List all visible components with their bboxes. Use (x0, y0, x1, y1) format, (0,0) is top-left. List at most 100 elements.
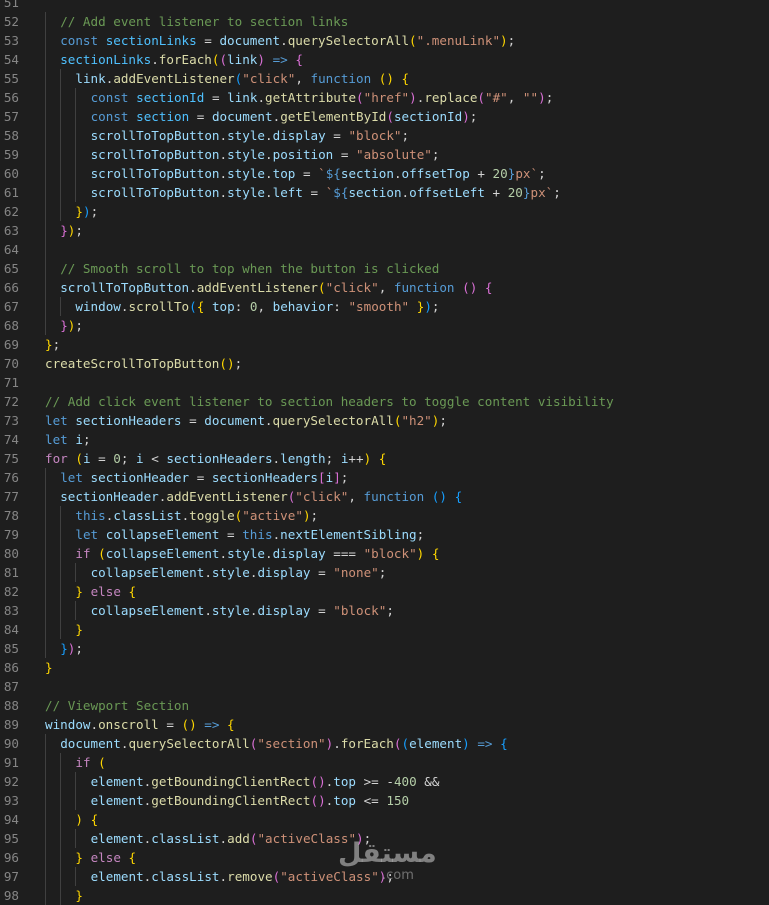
code-token: ; (553, 185, 561, 200)
indent-guide (60, 867, 62, 886)
code-line[interactable]: 73 let sectionHeaders = document.querySel… (0, 411, 769, 430)
code-line[interactable]: 61 scrollToTopButton.style.left = `${sect… (0, 183, 769, 202)
code-line[interactable]: 97 element.classList.remove("activeClass"… (0, 867, 769, 886)
code-token: style (211, 565, 250, 580)
code-token: sectionHeaders (166, 451, 273, 466)
code-token: ) (75, 812, 83, 827)
code-line[interactable]: 90 document.querySelectorAll("section").f… (0, 734, 769, 753)
code-token: && (416, 774, 440, 789)
code-token: ) (424, 299, 432, 314)
indent-guide (60, 126, 62, 145)
code-token: behavior (272, 299, 334, 314)
code-line[interactable]: 69}; (0, 335, 769, 354)
code-text: if (collapseElement.style.display === "b… (75, 544, 439, 563)
code-line[interactable]: 85}); (0, 639, 769, 658)
code-token: forEach (340, 736, 394, 751)
code-token: scrollToTopButton (90, 147, 220, 162)
code-line[interactable]: 72 // Add click event listener to section… (0, 392, 769, 411)
code-line[interactable]: 65 // Smooth scroll to top when the butto… (0, 259, 769, 278)
code-token: = (219, 527, 243, 542)
indent-guide (45, 31, 46, 50)
line-number: 66 (3, 280, 19, 295)
code-token: : (333, 299, 349, 314)
code-line[interactable]: 82} else { (0, 582, 769, 601)
code-token: this (242, 527, 273, 542)
line-number: 96 (3, 850, 19, 865)
code-token: section (348, 185, 402, 200)
code-line[interactable]: 62}); (0, 202, 769, 221)
code-line[interactable]: 70 createScrollToTopButton(); (0, 354, 769, 373)
code-line[interactable]: 96} else { (0, 848, 769, 867)
code-line[interactable]: 60 scrollToTopButton.style.top = `${secti… (0, 164, 769, 183)
line-number: 65 (3, 261, 19, 276)
code-text: sectionHeader.addEventListener("click", … (60, 487, 462, 506)
line-number: 90 (3, 736, 19, 751)
code-token: function (363, 489, 425, 504)
code-token: "activeClass" (257, 831, 357, 846)
code-token: top (333, 793, 357, 808)
code-text: this.classList.toggle("active"); (75, 506, 318, 525)
code-line[interactable]: 91 if ( (0, 753, 769, 772)
code-line[interactable]: 57 const section = document.getElementByI… (0, 107, 769, 126)
code-text: // Add event listener to section links (60, 12, 348, 31)
line-number: 68 (3, 318, 19, 333)
code-line[interactable]: 76 let sectionHeader = sectionHeaders[i]; (0, 468, 769, 487)
code-line[interactable]: 58 scrollToTopButton.style.display = "blo… (0, 126, 769, 145)
code-line[interactable]: 75 for (i = 0; i < sectionHeaders.length;… (0, 449, 769, 468)
code-token: ) (409, 90, 417, 105)
code-line[interactable]: 88 // Viewport Section (0, 696, 769, 715)
code-line[interactable]: 68}); (0, 316, 769, 335)
indent-guide (75, 772, 77, 791)
indent-guide (60, 886, 62, 905)
code-line[interactable]: 53 const sectionLinks = document.querySel… (0, 31, 769, 50)
code-editor[interactable]: 51 52 // Add event listener to section lin… (0, 0, 769, 905)
code-line[interactable]: 93 element.getBoundingClientRect().top <=… (0, 791, 769, 810)
code-line[interactable]: 55 link.addEventListener("click", functio… (0, 69, 769, 88)
code-token: top (272, 166, 296, 181)
code-line[interactable]: 80 if (collapseElement.style.display === … (0, 544, 769, 563)
code-token: ) (302, 508, 311, 523)
code-token: toggle (189, 508, 235, 523)
code-text: collapseElement.style.display = "none"; (91, 563, 387, 582)
code-token: px` (515, 166, 539, 181)
code-line[interactable]: 83 collapseElement.style.display = "block… (0, 601, 769, 620)
code-line[interactable]: 63}); (0, 221, 769, 240)
code-line[interactable]: 74 let i; (0, 430, 769, 449)
code-line[interactable]: 77 sectionHeader.addEventListener("click"… (0, 487, 769, 506)
code-line[interactable]: 67 window.scrollTo({ top: 0, behavior: "s… (0, 297, 769, 316)
code-line[interactable]: 92 element.getBoundingClientRect().top >=… (0, 772, 769, 791)
code-line[interactable]: 98} (0, 886, 769, 905)
code-line[interactable]: 94) { (0, 810, 769, 829)
code-line[interactable]: 52 // Add event listener to section links (0, 12, 769, 31)
code-line[interactable]: 87 (0, 677, 769, 696)
code-token: classList (151, 869, 220, 884)
code-line[interactable]: 59 scrollToTopButton.style.position = "ab… (0, 145, 769, 164)
indent-guide (60, 297, 62, 316)
code-line[interactable]: 81 collapseElement.style.display = "none"… (0, 563, 769, 582)
code-line[interactable]: 95 element.classList.add("activeClass"); (0, 829, 769, 848)
code-line[interactable]: 64 (0, 240, 769, 259)
code-token: sectionLinks (60, 52, 152, 67)
code-line[interactable]: 71 (0, 373, 769, 392)
code-token: querySelectorAll (128, 736, 250, 751)
code-token: offsetTop (401, 166, 470, 181)
code-line[interactable]: 89 window.onscroll = () => { (0, 715, 769, 734)
code-token: style (211, 603, 250, 618)
code-line[interactable]: 66 scrollToTopButton.addEventListener("cl… (0, 278, 769, 297)
code-line[interactable]: 78 this.classList.toggle("active"); (0, 506, 769, 525)
code-line[interactable]: 86} (0, 658, 769, 677)
code-token: const (90, 109, 129, 124)
code-line[interactable]: 54 sectionLinks.forEach((link) => { (0, 50, 769, 69)
code-token: scrollToTopButton (90, 128, 220, 143)
code-text: }); (60, 221, 83, 240)
code-line[interactable]: 84} (0, 620, 769, 639)
code-line[interactable]: 56 const sectionId = link.getAttribute("h… (0, 88, 769, 107)
indent-guide (45, 316, 46, 335)
code-line[interactable]: 79 let collapseElement = this.nextElement… (0, 525, 769, 544)
code-line[interactable]: 51 (0, 0, 769, 12)
code-token: // Add event listener to section links (60, 14, 349, 29)
code-token: "" (522, 90, 539, 105)
code-token: style (227, 185, 266, 200)
line-number: 81 (3, 565, 19, 580)
